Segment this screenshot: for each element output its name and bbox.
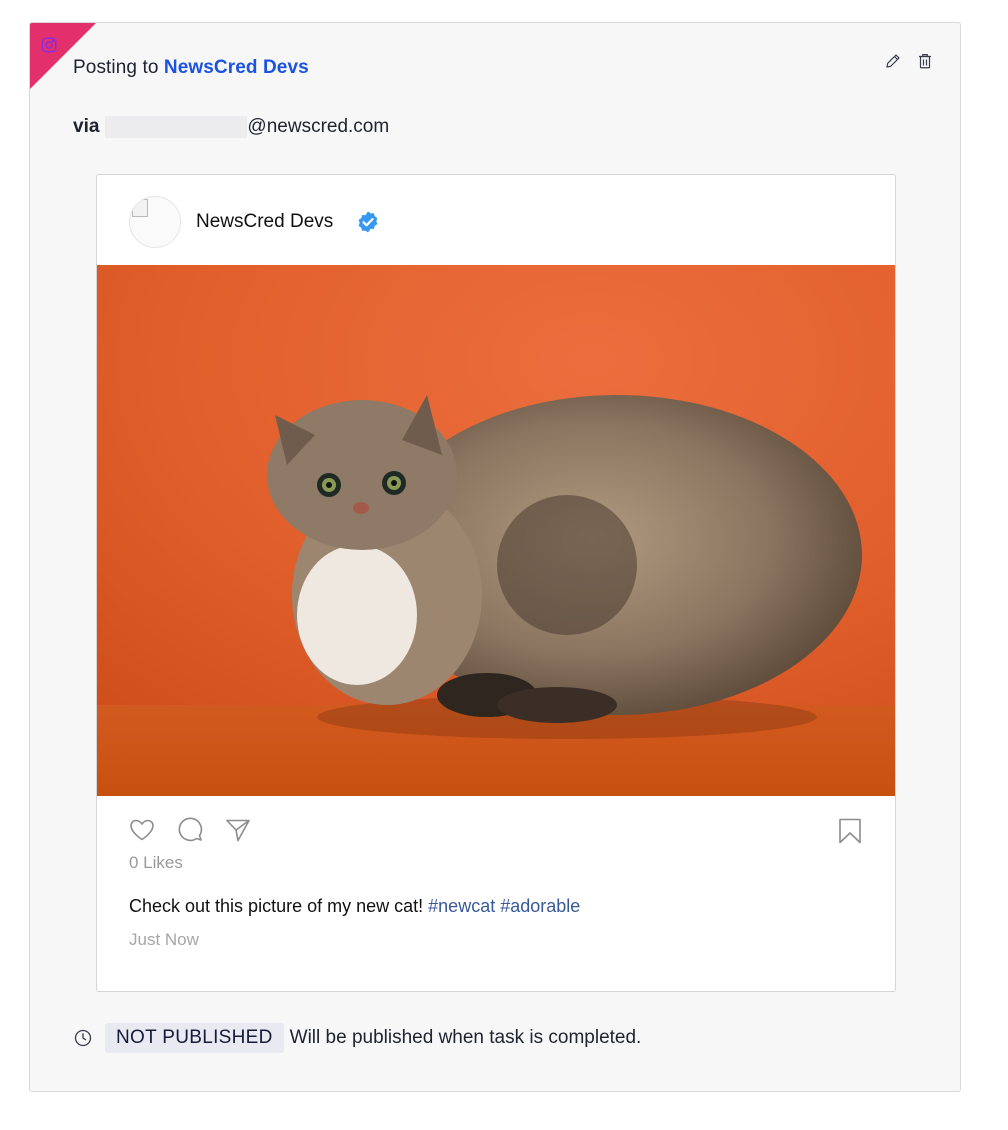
status-message: Will be published when task is completed… (289, 1027, 642, 1048)
via-email-domain: @newscred.com (247, 116, 390, 137)
post-timestamp: Just Now (129, 930, 199, 949)
caption-text: Check out this picture of my new cat! (129, 896, 424, 916)
post-actions (884, 51, 934, 71)
account-name-link[interactable]: NewsCred Devs (164, 57, 309, 78)
clock-icon (74, 1029, 92, 1047)
via-line: via @newscred.com (73, 116, 389, 138)
hashtag-adorable[interactable]: #adorable (500, 896, 580, 916)
publish-status: NOT PUBLISHED Will be published when tas… (73, 1023, 641, 1053)
preview-action-bar (129, 817, 251, 843)
bookmark-icon[interactable] (838, 818, 862, 844)
verified-check-icon (358, 211, 378, 233)
redacted-email-user (105, 116, 248, 138)
avatar (129, 196, 181, 248)
status-badge: NOT PUBLISHED (105, 1023, 284, 1053)
posting-to-heading: Posting to NewsCred Devs (73, 57, 309, 79)
post-image (97, 265, 895, 796)
hashtag-newcat[interactable]: #newcat (428, 896, 495, 916)
posting-prefix: Posting to (73, 57, 159, 78)
pencil-icon[interactable] (884, 51, 902, 71)
post-caption: Check out this picture of my new cat! #n… (129, 896, 580, 917)
social-post-card: Posting to NewsCred Devs via @newscred.c… (29, 22, 961, 1092)
via-label: via (73, 116, 100, 137)
network-corner-ribbon (30, 23, 96, 89)
preview-profile-name[interactable]: NewsCred Devs (196, 211, 333, 233)
heart-icon[interactable] (129, 818, 155, 842)
share-icon[interactable] (225, 818, 251, 842)
instagram-icon (41, 37, 57, 53)
instagram-post-preview: NewsCred Devs 0 Likes Check out this pic… (96, 174, 896, 992)
trash-icon[interactable] (916, 51, 934, 71)
likes-count: 0 Likes (129, 853, 183, 872)
comment-icon[interactable] (177, 817, 203, 843)
broken-image-icon (132, 199, 148, 217)
preview-header: NewsCred Devs (97, 175, 895, 265)
